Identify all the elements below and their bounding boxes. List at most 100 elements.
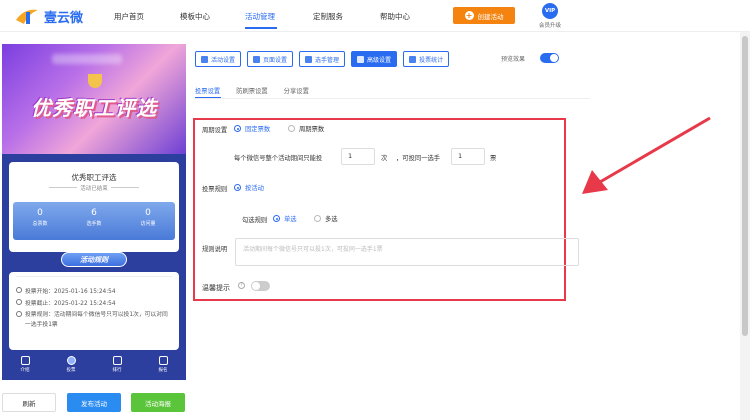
- tab-advanced-settings[interactable]: 高级设置: [351, 51, 398, 67]
- bottom-nav-vote[interactable]: 投票: [48, 352, 94, 380]
- info-rule: 投票规则：活动期间每个微信号只可以投1次，可以对同一选手投1票: [16, 310, 172, 330]
- tab-vote-statistics[interactable]: 投票统计: [403, 51, 450, 67]
- refresh-button[interactable]: 刷新: [2, 393, 56, 412]
- stat-value: 6: [91, 208, 97, 218]
- clock-icon: [16, 311, 22, 317]
- tab-activity-settings[interactable]: 活动设置: [195, 51, 242, 67]
- nav-help-center[interactable]: 帮助中心: [380, 11, 410, 22]
- clock-icon: [16, 287, 22, 293]
- nav-active-underline: [245, 27, 277, 29]
- activity-status: 活动已结束: [80, 186, 108, 192]
- subtab-share-settings[interactable]: 分享设置: [284, 86, 309, 95]
- same-player-votes-input[interactable]: 1: [451, 148, 485, 165]
- logo[interactable]: 壹云微: [14, 6, 83, 26]
- radio-label: 按活动: [245, 185, 264, 192]
- activity-rules-title[interactable]: 活动规则: [61, 252, 127, 267]
- vip-upgrade-label: 会员升级: [538, 23, 561, 29]
- logo-icon: [16, 9, 38, 24]
- create-activity-label: 创建活动: [477, 12, 504, 21]
- reminder-toggle[interactable]: [251, 281, 270, 291]
- info-rule-text: 投票规则：活动期间每个微信号只可以投1次，可以对同一选手投1票: [25, 312, 168, 328]
- bottom-nav-label: 报名: [158, 368, 168, 373]
- reminder-label: 温馨提示: [202, 284, 230, 292]
- info-start-text: 投票开始：2025-01-16 15:24:54: [25, 289, 116, 295]
- same-player-prefix: ，可投同一选手: [396, 155, 441, 162]
- rule-description-textarea[interactable]: 活动期间每个微信号只可以投1次，可投同一选手1票: [235, 238, 579, 266]
- settings-tab-bar: 活动设置 页面设置 选手管理 高级设置 投票统计: [195, 51, 450, 67]
- clock-icon: [16, 299, 22, 305]
- bar-chart-icon: [409, 55, 417, 63]
- tab-page-settings[interactable]: 页面设置: [247, 51, 294, 67]
- nav-user-home[interactable]: 用户首页: [114, 11, 144, 22]
- info-end: 投票截止：2025-01-22 15:24:54: [16, 298, 116, 307]
- settings-icon: [253, 55, 261, 63]
- help-icon[interactable]: ?: [238, 282, 245, 289]
- logo-text: 壹云微: [44, 10, 84, 26]
- banner-blurred-text: [52, 54, 122, 64]
- radio-fixed-votes[interactable]: 固定票数: [234, 124, 270, 133]
- create-activity-button[interactable]: + 创建活动: [453, 7, 515, 24]
- nav-custom-service[interactable]: 定制服务: [313, 11, 343, 22]
- mobile-bottom-nav: 介绍 投票 排行 报名: [2, 352, 186, 380]
- trophy-icon: [88, 74, 102, 88]
- vip-badge-icon: VIP: [542, 3, 558, 19]
- tab-label: 投票统计: [419, 56, 444, 64]
- per-wechat-prefix: 每个微信号整个活动期间只能投: [234, 155, 323, 162]
- radio-dot: [288, 125, 295, 132]
- toggle-knob: [550, 54, 558, 62]
- stat-total-votes: 0 总票数: [13, 202, 67, 240]
- subtab-active-underline: [195, 97, 221, 98]
- document-icon: [20, 356, 30, 365]
- bottom-nav-intro[interactable]: 介绍: [2, 352, 48, 380]
- radio-multiple-choice[interactable]: 多选: [314, 214, 338, 223]
- scrollbar-thumb[interactable]: [742, 36, 748, 336]
- tab-label: 高级设置: [367, 56, 392, 64]
- stat-label: 访问量: [140, 221, 156, 227]
- radio-label: 单选: [284, 216, 297, 223]
- bottom-nav-label: 排行: [112, 368, 122, 373]
- stat-label: 总票数: [32, 221, 48, 227]
- tab-label: 活动设置: [211, 56, 236, 64]
- stat-value: 0: [145, 208, 151, 218]
- users-icon: [305, 55, 313, 63]
- plus-icon: +: [464, 11, 474, 20]
- check-rule-label: 勾选规则: [242, 217, 268, 224]
- radio-by-activity[interactable]: 按活动: [234, 183, 264, 192]
- activity-summary-card: 优秀职工评选 活动已结束 0 总票数 6 选手数 0 访问量: [9, 162, 179, 252]
- subtab-anti-fraud-settings[interactable]: 防刷票设置: [236, 86, 267, 95]
- activity-info-card: 投票开始：2025-01-16 15:24:54 投票截止：2025-01-22…: [9, 272, 179, 350]
- bottom-nav-label: 介绍: [20, 368, 30, 373]
- red-arrow-annotation: [582, 116, 711, 194]
- per-wechat-unit: 次: [381, 155, 388, 162]
- tab-player-management[interactable]: 选手管理: [299, 51, 346, 67]
- radio-dot: [273, 215, 280, 222]
- radio-single-choice[interactable]: 单选: [273, 214, 297, 223]
- bottom-nav-signup[interactable]: 报名: [140, 352, 186, 380]
- subtab-vote-settings[interactable]: 投票设置: [195, 86, 220, 95]
- vote-icon: [66, 356, 76, 365]
- publish-activity-button[interactable]: 发布活动: [67, 393, 121, 412]
- tab-label: 选手管理: [315, 56, 340, 64]
- radio-label: 固定票数: [245, 126, 271, 133]
- vip-upgrade[interactable]: VIP 会员升级: [530, 3, 570, 29]
- radio-dot: [234, 184, 241, 191]
- subtab-divider: [195, 98, 590, 99]
- radio-cycle-votes[interactable]: 周期票数: [288, 124, 324, 133]
- banner: 优秀职工评选: [2, 44, 186, 154]
- user-icon: [158, 356, 168, 365]
- same-player-unit: 票: [490, 155, 497, 162]
- radio-label: 多选: [325, 216, 338, 223]
- info-end-text: 投票截止：2025-01-22 15:24:54: [25, 301, 116, 307]
- stat-players: 6 选手数: [67, 202, 121, 240]
- per-wechat-votes-input[interactable]: 1: [341, 148, 375, 165]
- preview-effect-toggle[interactable]: [540, 53, 559, 63]
- nav-template-center[interactable]: 模板中心: [180, 11, 210, 22]
- nav-activity-management[interactable]: 活动管理: [245, 11, 275, 22]
- info-start: 投票开始：2025-01-16 15:24:54: [16, 286, 116, 295]
- mobile-preview: 优秀职工评选 优秀职工评选 活动已结束 0 总票数 6 选手数 0 访问量 活动…: [2, 44, 186, 380]
- bottom-nav-ranking[interactable]: 排行: [94, 352, 140, 380]
- activity-poster-button[interactable]: 活动海报: [131, 393, 185, 412]
- sliders-icon: [357, 55, 365, 63]
- bottom-nav-label: 投票: [66, 368, 76, 373]
- plus-circle-icon: [201, 55, 208, 63]
